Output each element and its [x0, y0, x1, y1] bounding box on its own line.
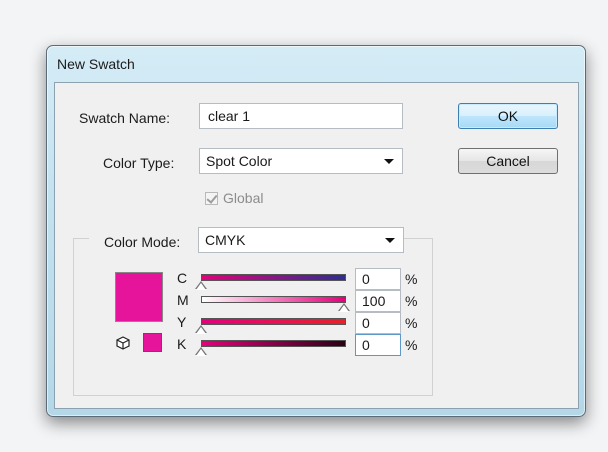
color-mode-value: CMYK	[205, 232, 246, 248]
global-label: Global	[223, 190, 264, 206]
title-bar[interactable]: New Swatch	[47, 46, 585, 82]
slider-track-c[interactable]	[201, 274, 346, 281]
slider-thumb-fill	[196, 326, 206, 334]
slider-thumb-fill	[196, 348, 206, 356]
color-type-select[interactable]: Spot Color	[199, 148, 403, 174]
slider-track-y[interactable]	[201, 318, 346, 325]
channel-value-k[interactable]: 0	[355, 334, 401, 356]
channel-value-c[interactable]: 0	[355, 268, 401, 290]
channel-value-y[interactable]: 0	[355, 312, 401, 334]
color-preview-swatch	[115, 272, 163, 322]
percent-label: %	[405, 271, 418, 287]
chevron-down-icon	[384, 159, 394, 164]
chevron-down-icon	[385, 238, 395, 243]
color-type-value: Spot Color	[206, 153, 273, 169]
dialog-body: Swatch Name: clear 1 Color Type: Spot Co…	[54, 82, 579, 409]
color-mode-select[interactable]: CMYK	[198, 227, 404, 253]
percent-label: %	[405, 315, 418, 331]
dialog-title: New Swatch	[57, 56, 135, 72]
color-type-label: Color Type:	[103, 155, 175, 171]
cube-icon[interactable]	[116, 336, 130, 350]
swatch-name-label: Swatch Name:	[79, 110, 171, 126]
slider-track-k[interactable]	[201, 340, 346, 347]
slider-track-m[interactable]	[201, 296, 346, 303]
color-mode-label: Color Mode:	[104, 234, 181, 250]
swatch-name-input[interactable]: clear 1	[199, 103, 403, 129]
channel-value-m[interactable]: 100	[355, 290, 401, 312]
gamut-swatch[interactable]	[143, 333, 162, 352]
checkmark-icon	[206, 192, 218, 204]
new-swatch-dialog: New Swatch Swatch Name: clear 1 Color Ty…	[46, 45, 586, 417]
ok-button[interactable]: OK	[458, 103, 558, 129]
slider-thumb-fill	[339, 304, 349, 312]
channel-label-k: K	[177, 336, 187, 352]
global-checkbox[interactable]	[205, 192, 218, 205]
percent-label: %	[405, 337, 418, 353]
channel-label-m: M	[177, 292, 189, 308]
slider-thumb-fill	[196, 282, 206, 290]
channel-label-y: Y	[177, 314, 187, 330]
cancel-button[interactable]: Cancel	[458, 148, 558, 174]
channel-label-c: C	[177, 270, 188, 286]
percent-label: %	[405, 293, 418, 309]
